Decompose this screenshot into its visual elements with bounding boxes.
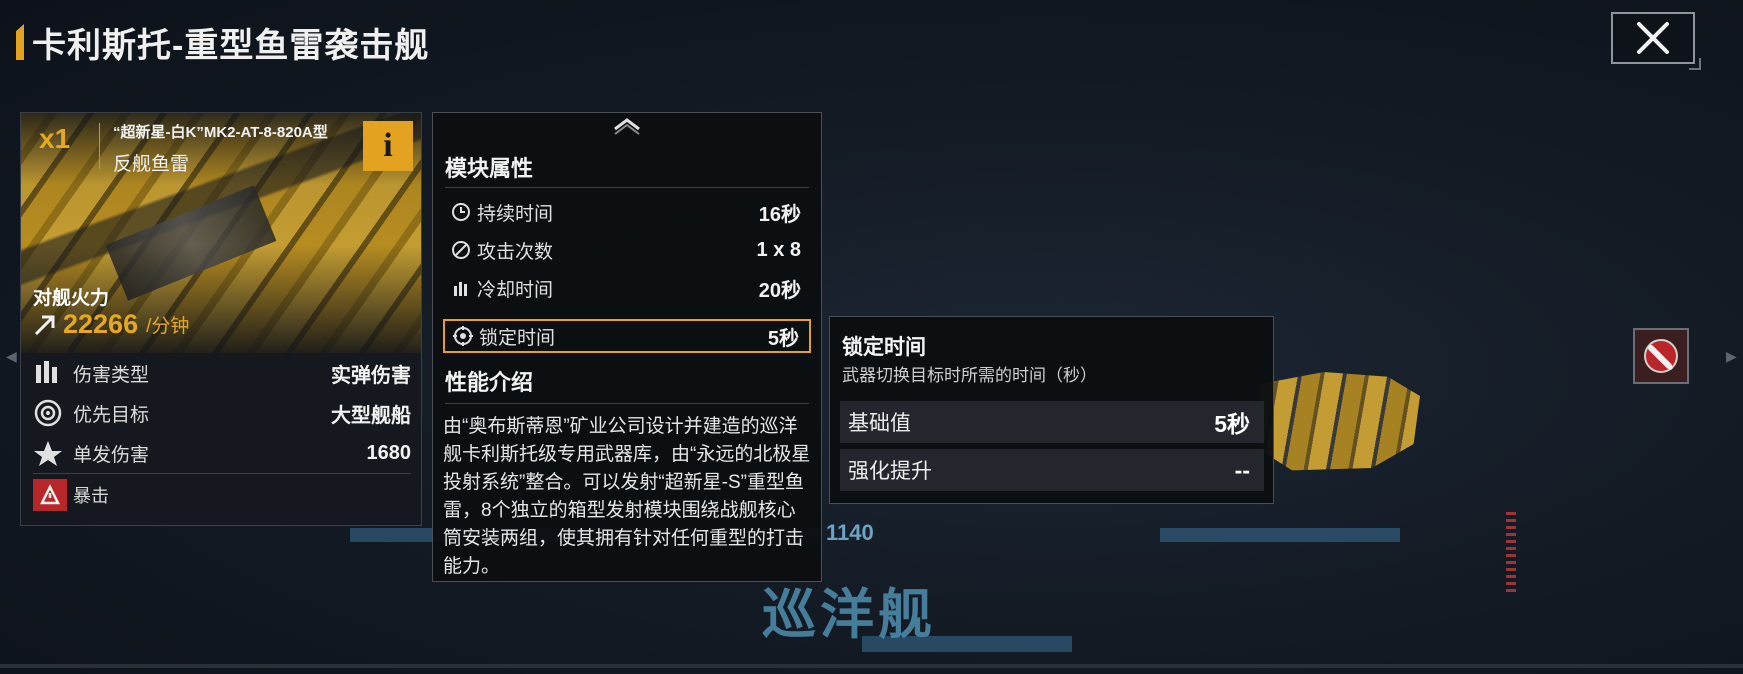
heading-divider — [445, 403, 809, 404]
bottom-divider — [0, 664, 1743, 668]
module-attributes-panel: 模块属性 持续时间 16秒 攻击次数 1 x 8 冷却时间 20秒 锁定时间 5… — [432, 112, 822, 582]
clock-icon — [452, 203, 470, 221]
close-button[interactable] — [1611, 12, 1701, 70]
module-attributes-heading: 模块属性 — [445, 156, 534, 181]
weapon-description: 由“奥布斯蒂恩”矿业公司设计并建造的巡洋舰卡利斯托级专用武器库，由“永远的北极星… — [443, 416, 811, 577]
damage-type-icon — [36, 361, 57, 383]
attr-row-lock-time[interactable]: 锁定时间 5秒 — [443, 319, 811, 353]
crit-label: 暴击 — [73, 486, 109, 506]
attr-label: 锁定时间 — [479, 327, 556, 349]
lock-on-icon — [453, 326, 473, 346]
background-hull-number: 1140 — [826, 520, 874, 545]
left-arrow-icon[interactable]: ◀ — [6, 348, 17, 365]
attr-value: 5秒 — [767, 327, 799, 350]
weapon-type: 反舰鱼雷 — [113, 154, 190, 175]
info-button[interactable]: i — [363, 121, 413, 171]
weapon-slot-button[interactable] — [1633, 328, 1689, 384]
tooltip-row-value: -- — [1234, 456, 1250, 483]
weapon-count: x1 — [39, 123, 71, 154]
tooltip-row-label: 基础值 — [848, 412, 911, 435]
stat-value: 实弹伤害 — [331, 364, 411, 387]
close-icon — [1637, 22, 1669, 54]
count-divider — [99, 123, 100, 169]
crit-tag[interactable]: 暴击 — [33, 479, 109, 511]
card-divider — [33, 473, 411, 474]
tooltip-row-value: 5秒 — [1214, 411, 1250, 437]
stat-label: 伤害类型 — [73, 364, 150, 386]
torpedo-icon — [1644, 339, 1678, 373]
stat-value: 1680 — [366, 441, 412, 464]
tooltip-title: 锁定时间 — [842, 336, 926, 359]
background-red-readout — [1506, 512, 1516, 592]
attr-row-cooldown[interactable]: 冷却时间 20秒 — [443, 271, 811, 305]
tooltip-row-enhance: 强化提升 -- — [840, 449, 1264, 491]
performance-heading: 性能介绍 — [445, 370, 534, 395]
stat-label: 优先目标 — [73, 404, 150, 426]
attr-label: 冷却时间 — [477, 279, 554, 301]
title-accent-mark — [16, 24, 24, 60]
heading-divider — [445, 187, 809, 188]
stat-value: 大型舰船 — [331, 404, 411, 427]
crit-icon — [33, 479, 67, 511]
attr-value: 20秒 — [758, 279, 801, 302]
right-arrow-icon[interactable]: ▶ — [1726, 348, 1737, 365]
attack-count-icon — [452, 241, 470, 259]
attr-label: 攻击次数 — [477, 241, 554, 263]
firepower-row: 22266 /分钟 — [33, 309, 189, 340]
attr-row-attack-count[interactable]: 攻击次数 1 x 8 — [443, 233, 811, 267]
tooltip-row-base: 基础值 5秒 — [840, 401, 1264, 443]
firepower-label: 对舰火力 — [33, 288, 110, 309]
tooltip-description: 武器切换目标时所需的时间（秒） — [842, 366, 1097, 385]
attr-value: 16秒 — [758, 203, 801, 226]
ship-model-image — [1260, 372, 1420, 471]
cooldown-icon — [454, 282, 467, 296]
stat-row-single-damage: 单发伤害 1680 — [33, 433, 411, 473]
page-title: 卡利斯托-重型鱼雷袭击舰 — [32, 26, 430, 65]
chevron-up-icon[interactable] — [609, 115, 645, 137]
firepower-value: 22266 — [63, 309, 139, 339]
background-stripe — [1160, 528, 1400, 542]
target-icon — [34, 399, 62, 427]
single-damage-icon — [34, 441, 62, 466]
weapon-card: x1 “超新星-白K”MK2-AT-8-820A型 反舰鱼雷 i 对舰火力 22… — [20, 112, 422, 526]
attr-value: 1 x 8 — [756, 238, 801, 261]
lock-time-tooltip: 锁定时间 武器切换目标时所需的时间（秒） 基础值 5秒 强化提升 -- — [829, 316, 1274, 504]
tooltip-row-label: 强化提升 — [848, 460, 932, 483]
attr-row-duration[interactable]: 持续时间 16秒 — [443, 195, 811, 229]
attr-label: 持续时间 — [477, 203, 554, 225]
firepower-icon — [34, 315, 55, 335]
title-bar: 卡利斯托-重型鱼雷袭击舰 — [16, 20, 430, 65]
stat-label: 单发伤害 — [73, 444, 150, 466]
stat-row-priority-target: 优先目标 大型舰船 — [33, 393, 411, 433]
weapon-model-name: “超新星-白K”MK2-AT-8-820A型 — [113, 124, 328, 141]
firepower-unit: /分钟 — [146, 316, 190, 337]
stat-row-damage-type: 伤害类型 实弹伤害 — [33, 353, 411, 393]
